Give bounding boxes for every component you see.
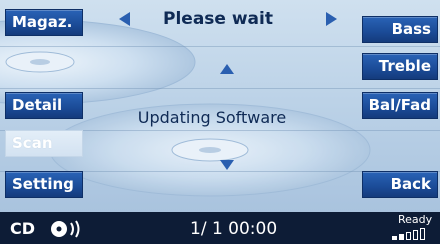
page-title: Please wait (163, 9, 273, 29)
divider (0, 88, 440, 89)
bass-button[interactable]: Bass (362, 16, 438, 43)
down-triangle-icon[interactable] (220, 160, 234, 170)
back-button[interactable]: Back (362, 171, 438, 198)
scan-button[interactable]: Scan (5, 130, 83, 157)
signal-bar (420, 228, 425, 240)
balance-fader-button[interactable]: Bal/Fad (362, 92, 438, 119)
cd-disc-icon (51, 220, 80, 238)
status-bar: CD 1/ 1 00:00 Ready (0, 212, 440, 244)
setting-button[interactable]: Setting (5, 171, 83, 198)
detail-button[interactable]: Detail (5, 92, 83, 119)
right-triangle-icon[interactable] (326, 12, 337, 26)
divider (0, 46, 440, 47)
display-screen: Magaz. Detail Scan Setting Bass Treble B… (0, 0, 440, 212)
source-label: CD (10, 219, 36, 238)
ready-indicator: Ready (398, 213, 433, 226)
status-message: Updating Software (137, 108, 287, 127)
signal-bar (413, 230, 418, 240)
track-time-display: 1/ 1 00:00 (190, 219, 278, 239)
treble-button[interactable]: Treble (362, 53, 438, 80)
signal-bar (406, 232, 411, 240)
magazine-button[interactable]: Magaz. (5, 9, 83, 36)
signal-bar (399, 234, 404, 240)
signal-bar (392, 236, 397, 240)
signal-strength-icon (392, 226, 427, 240)
up-triangle-icon[interactable] (220, 64, 234, 74)
